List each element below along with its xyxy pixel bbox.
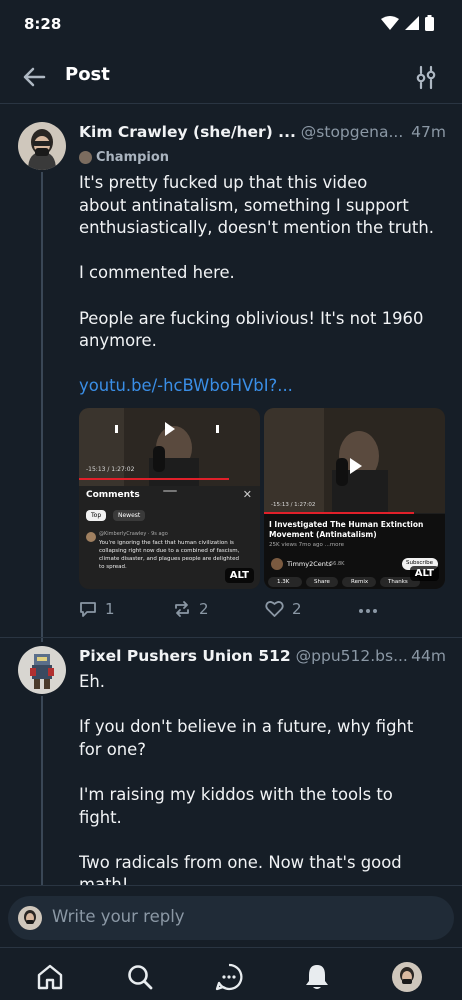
media-image-2[interactable]: -15:13 / 1:27:02 I Investigated The Huma… xyxy=(264,408,445,589)
post-text: It's pretty fucked up that this video ab… xyxy=(79,172,439,398)
post-author-line[interactable]: Pixel Pushers Union 512 @ppu512.bs... xyxy=(79,647,447,665)
status-time: 8:28 xyxy=(24,15,62,33)
chip-thanks: Thanks xyxy=(388,579,408,585)
media-gallery: -15:13 / 1:27:02 Comments ✕ Top Newest @… xyxy=(79,408,445,589)
commenter-avatar xyxy=(86,532,96,542)
alt-badge[interactable]: ALT xyxy=(224,568,254,583)
repost-action[interactable]: 2 xyxy=(173,600,209,618)
author-name[interactable]: Pixel Pushers Union 512 xyxy=(79,647,291,665)
post-line: Two radicals from one. Now that's good xyxy=(79,852,402,872)
chip-remix: Remix xyxy=(351,579,369,585)
back-arrow-icon[interactable] xyxy=(20,63,48,91)
video-time: -15:13 / 1:27:02 xyxy=(271,502,316,508)
comments-title: Comments xyxy=(86,490,140,500)
commenter-name: @KimberlyCrawley · 9s ago xyxy=(99,531,168,537)
post-line xyxy=(79,761,439,784)
post-author-line[interactable]: Kim Crawley (she/her) ... @stopgena... xyxy=(79,123,447,141)
signal-icon xyxy=(405,16,419,30)
post-time: 47m xyxy=(411,123,446,141)
post-line: anymore. xyxy=(79,331,157,351)
heart-icon xyxy=(265,601,284,617)
wifi-icon xyxy=(381,16,399,30)
like-count: 2 xyxy=(292,600,302,618)
avatar[interactable] xyxy=(18,122,66,170)
comment-text: You're ignoring the fact that human civi… xyxy=(99,540,240,570)
video-meta: 25K views 7mo ago ...more xyxy=(269,542,345,548)
post-gap xyxy=(79,353,439,376)
video-time: -15:13 / 1:27:02 xyxy=(86,466,135,473)
battery-icon xyxy=(425,15,434,31)
chip-newest: Newest xyxy=(113,510,146,521)
like-action[interactable]: 2 xyxy=(265,600,302,618)
post-text: Eh. If you don't believe in a future, wh… xyxy=(79,671,439,885)
chat-icon[interactable] xyxy=(214,962,244,992)
post-line xyxy=(79,285,439,308)
post-line xyxy=(79,694,439,717)
post-line: about antinatalism, something I support xyxy=(79,195,409,215)
post-line: math! xyxy=(79,875,129,885)
profile-avatar[interactable] xyxy=(392,962,422,992)
reply-input[interactable]: Write your reply xyxy=(8,896,454,940)
repost-icon xyxy=(175,601,189,617)
post-line xyxy=(79,829,439,852)
bottom-nav xyxy=(0,947,462,1000)
page-title: Post xyxy=(65,64,110,85)
post-line: fight. xyxy=(79,807,122,827)
status-bar: 8:28 xyxy=(0,0,462,50)
thread-line xyxy=(41,696,43,886)
notifications-icon[interactable] xyxy=(302,962,332,992)
repost-count: 2 xyxy=(199,600,209,618)
status-icons xyxy=(381,15,434,31)
badge-label: Champion xyxy=(96,150,170,165)
home-icon[interactable] xyxy=(35,962,65,992)
reply-placeholder: Write your reply xyxy=(52,907,185,926)
channel-name: Timmy2Cents xyxy=(287,560,332,568)
reply-bar: Write your reply xyxy=(0,885,462,947)
alt-badge[interactable]: ALT xyxy=(409,566,439,581)
chip-share: Share xyxy=(314,579,330,585)
video-title: I Investigated The Human Extinction Move… xyxy=(269,520,424,539)
post-line: Eh. xyxy=(79,672,105,691)
author-handle[interactable]: @ppu512.bs... xyxy=(296,647,408,665)
post-line: It's pretty fucked up that this video xyxy=(79,173,368,192)
close-icon: ✕ xyxy=(242,488,252,501)
author-handle[interactable]: @stopgena... xyxy=(301,123,403,141)
sort-settings-icon[interactable] xyxy=(412,63,440,91)
post-line: If you don't believe in a future, why fi… xyxy=(79,717,414,737)
more-options-icon[interactable] xyxy=(357,602,379,620)
chip-likes: 1.3K xyxy=(277,579,290,585)
post-link[interactable]: youtu.be/-hcBWboHVbI?... xyxy=(79,375,439,398)
avatar xyxy=(18,906,42,930)
channel-subs: 56.8K xyxy=(330,561,345,567)
search-icon[interactable] xyxy=(125,962,155,992)
avatar[interactable] xyxy=(18,646,66,694)
reply-count: 1 xyxy=(105,600,115,618)
champion-badge: Champion xyxy=(79,150,169,165)
post-actions: 1 2 2 xyxy=(79,600,445,622)
thread-line xyxy=(41,172,43,642)
post-line: enthusiastically, doesn't mention the tr… xyxy=(79,218,434,238)
media-image-1[interactable]: -15:13 / 1:27:02 Comments ✕ Top Newest @… xyxy=(79,408,260,589)
badge-icon xyxy=(79,151,92,164)
post-time: 44m xyxy=(411,647,446,665)
reply-action[interactable]: 1 xyxy=(79,600,115,618)
post-line: for one? xyxy=(79,739,146,759)
post-divider xyxy=(0,637,462,638)
chip-top: Top xyxy=(86,510,107,521)
post-line xyxy=(79,240,439,263)
post-line: I'm raising my kiddos with the tools to xyxy=(79,784,393,804)
author-name[interactable]: Kim Crawley (she/her) ... xyxy=(79,123,296,141)
app-bar: Post xyxy=(0,50,462,104)
post-line: I commented here. xyxy=(79,263,235,283)
reply-icon xyxy=(80,602,96,617)
post-line: People are fucking oblivious! It's not 1… xyxy=(79,308,424,328)
